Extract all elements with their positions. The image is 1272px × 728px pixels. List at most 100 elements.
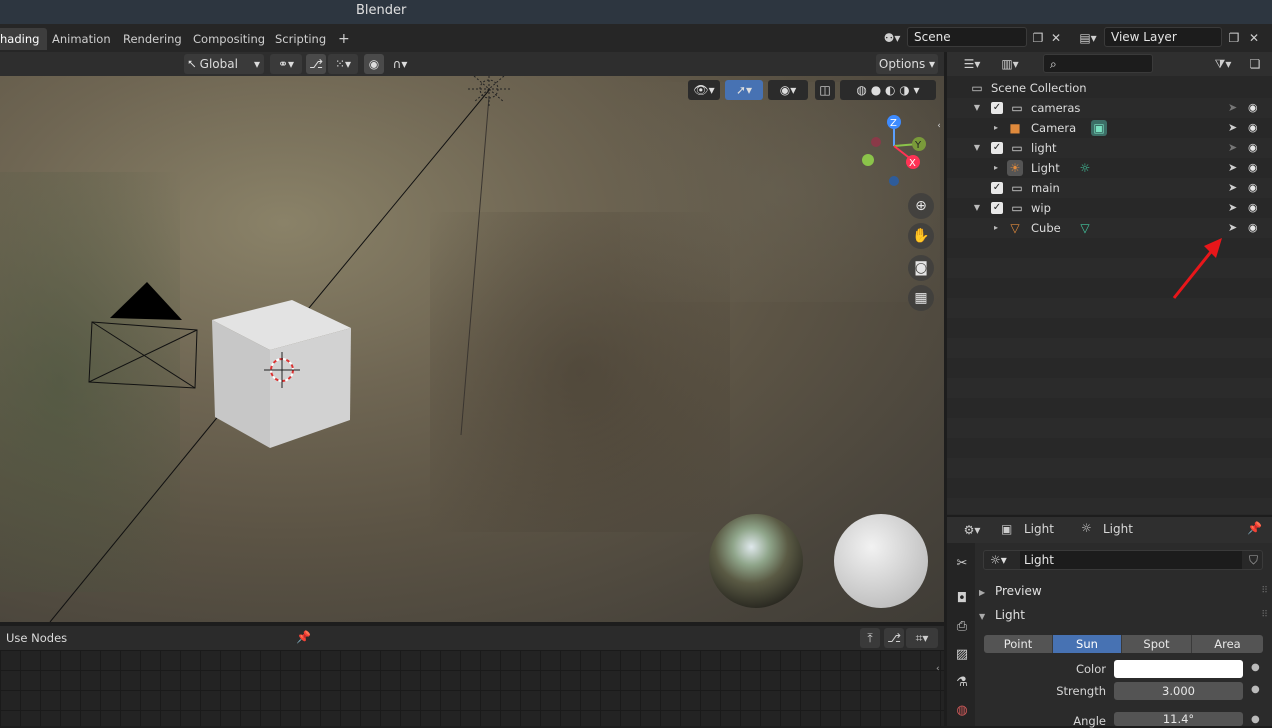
pan-hand-icon[interactable]: ✋: [908, 223, 934, 249]
drag-handle-icon[interactable]: ⠿: [1261, 580, 1268, 602]
world-tab-icon[interactable]: ◍: [951, 700, 973, 722]
scene-name-field[interactable]: Scene: [907, 27, 1027, 47]
outliner-row-light-collection[interactable]: ▼ ✓ ▭ light ➤ ◉: [947, 138, 1272, 158]
editor-type-icon[interactable]: ⚙▾: [957, 520, 987, 540]
ortho-grid-icon[interactable]: ▦: [908, 285, 934, 311]
outliner-row-wip[interactable]: ▼ ✓ ▭ wip ➤ ◉: [947, 198, 1272, 218]
exclude-checkbox[interactable]: ✓: [991, 142, 1003, 154]
pin-icon[interactable]: 📌: [1247, 521, 1262, 535]
view-layer-field[interactable]: View Layer: [1104, 27, 1222, 47]
keyframe-dot-icon[interactable]: ●: [1251, 714, 1260, 725]
use-nodes-label[interactable]: Use Nodes: [6, 631, 67, 645]
expand-arrow-icon[interactable]: ▼: [972, 98, 982, 118]
proportional-edit-icon[interactable]: ◉: [364, 54, 384, 74]
navigation-gizmo[interactable]: Z Y X: [862, 115, 926, 186]
expand-arrow-icon[interactable]: ▼: [972, 138, 982, 158]
visibility-toggle[interactable]: 👁▾: [688, 80, 720, 100]
datablock-selector[interactable]: ☼▾ Light ⛉: [983, 550, 1263, 570]
node-editor-canvas[interactable]: [0, 650, 944, 726]
expand-arrow-icon[interactable]: ▼: [972, 198, 982, 218]
light-type-spot[interactable]: Spot: [1122, 635, 1192, 653]
light-type-point[interactable]: Point: [984, 635, 1053, 653]
tab-scripting[interactable]: Scripting: [267, 28, 334, 50]
keyframe-dot-icon[interactable]: ●: [1251, 662, 1260, 673]
exclude-checkbox[interactable]: ✓: [991, 182, 1003, 194]
sun-light-gizmo[interactable]: [468, 72, 510, 106]
tab-compositing[interactable]: Compositing: [185, 28, 273, 50]
light-panel-header[interactable]: ▼ Light ⠿: [979, 604, 1268, 626]
light-type-sun[interactable]: Sun: [1053, 635, 1122, 653]
eye-icon[interactable]: ◉: [1248, 158, 1258, 178]
expand-arrow-icon[interactable]: ▸: [991, 218, 1001, 238]
transform-orientation-dropdown[interactable]: ⭦ Global ▾: [184, 54, 264, 74]
light-data-icon[interactable]: ☼: [1077, 160, 1093, 176]
selectable-arrow-icon[interactable]: ➤: [1228, 158, 1237, 178]
outliner-row-cameras[interactable]: ▼ ✓ ▭ cameras ➤ ◉: [947, 98, 1272, 118]
color-swatch[interactable]: [1114, 660, 1243, 678]
display-mode-icon[interactable]: ▥▾: [995, 54, 1025, 74]
options-dropdown[interactable]: Options ▾: [876, 54, 938, 74]
gizmo-toggle[interactable]: ➚▾: [725, 80, 763, 100]
selectable-arrow-icon[interactable]: ➤: [1228, 118, 1237, 138]
view-layer-selector-icon[interactable]: ▤▾: [1073, 28, 1103, 48]
outliner-row-light[interactable]: ▸ ☀ Light ☼ ➤ ◉: [947, 158, 1272, 178]
eye-icon[interactable]: ◉: [1248, 118, 1258, 138]
3d-viewport[interactable]: Z Y X 👁▾ ➚▾ ◉▾ ◫ ◍ ● ◐ ◑ ▾ ⊕ ✋ ◙ ▦ ‹: [0, 52, 944, 622]
snap-element-dropdown[interactable]: ⌗▾: [906, 628, 938, 648]
overlays-toggle[interactable]: ◉▾: [768, 80, 808, 100]
selectable-arrow-icon[interactable]: ➤: [1228, 98, 1237, 118]
expand-arrow-icon[interactable]: ▸: [991, 118, 1001, 138]
view-layer-tab-icon[interactable]: ▨: [951, 644, 973, 666]
delete-scene-icon[interactable]: ✕: [1046, 28, 1066, 48]
keyframe-dot-icon[interactable]: ●: [1251, 684, 1260, 695]
add-workspace-button[interactable]: +: [330, 28, 358, 50]
zoom-icon[interactable]: ⊕: [908, 193, 934, 219]
render-tab-icon[interactable]: ◘: [951, 588, 973, 610]
angle-field[interactable]: 11.4°: [1114, 712, 1243, 726]
expand-arrow-icon[interactable]: ▸: [991, 158, 1001, 178]
tab-shading[interactable]: hading: [0, 28, 48, 50]
selectable-arrow-icon[interactable]: ➤: [1228, 198, 1237, 218]
eye-icon[interactable]: ◉: [1248, 198, 1258, 218]
parent-node-icon[interactable]: ⤒: [860, 628, 880, 648]
datablock-name-field[interactable]: Light: [1020, 551, 1242, 569]
xray-toggle[interactable]: ◫: [815, 80, 835, 100]
camera-view-icon[interactable]: ◙: [908, 255, 934, 281]
filter-icon[interactable]: ⧩▾: [1207, 54, 1239, 74]
pin-icon[interactable]: 📌: [296, 630, 311, 644]
scene-tab-icon[interactable]: ⚗: [951, 672, 973, 694]
light-type-area[interactable]: Area: [1192, 635, 1263, 653]
snap-toggle-icon[interactable]: ⎇: [306, 54, 326, 74]
scene-selector-icon[interactable]: ⚉▾: [878, 28, 906, 48]
mesh-data-icon[interactable]: ▽: [1077, 220, 1093, 236]
eye-icon[interactable]: ◉: [1248, 178, 1258, 198]
header-data-label[interactable]: Light: [1103, 522, 1133, 536]
preview-panel-header[interactable]: ▶ Preview ⠿: [979, 580, 1268, 602]
header-object-label[interactable]: Light: [1024, 522, 1054, 536]
new-view-layer-icon[interactable]: ❐: [1224, 28, 1244, 48]
eye-icon[interactable]: ◉: [1248, 98, 1258, 118]
selectable-arrow-icon[interactable]: ➤: [1228, 138, 1237, 158]
camera-object[interactable]: [88, 282, 198, 389]
selectable-arrow-icon[interactable]: ➤: [1228, 178, 1237, 198]
tab-rendering[interactable]: Rendering: [115, 28, 190, 50]
eye-icon[interactable]: ◉: [1248, 138, 1258, 158]
tab-animation[interactable]: Animation: [44, 28, 119, 50]
camera-data-icon[interactable]: ▣: [1091, 120, 1107, 136]
falloff-dropdown[interactable]: ∩▾: [386, 54, 414, 74]
snap-icon[interactable]: ⎇: [884, 628, 904, 648]
sidebar-collapse-icon[interactable]: ‹: [934, 116, 944, 136]
exclude-checkbox[interactable]: ✓: [991, 202, 1003, 214]
region-toggle-icon[interactable]: ‹: [936, 664, 946, 678]
output-tab-icon[interactable]: ⎙: [951, 616, 973, 638]
pivot-point-dropdown[interactable]: ⚭▾: [270, 54, 302, 74]
snap-target-dropdown[interactable]: ⁙▾: [328, 54, 358, 74]
eye-icon[interactable]: ◉: [1248, 218, 1258, 238]
delete-view-layer-icon[interactable]: ✕: [1244, 28, 1264, 48]
tool-tab-icon[interactable]: ✂: [951, 553, 973, 575]
drag-handle-icon[interactable]: ⠿: [1261, 604, 1268, 626]
fake-user-shield-icon[interactable]: ⛉: [1249, 551, 1258, 569]
outliner-row-camera[interactable]: ▸ ■ Camera ▣ ➤ ◉: [947, 118, 1272, 138]
shading-modes[interactable]: ◍ ● ◐ ◑ ▾: [840, 80, 936, 100]
editor-type-icon[interactable]: ☰▾: [957, 54, 987, 74]
